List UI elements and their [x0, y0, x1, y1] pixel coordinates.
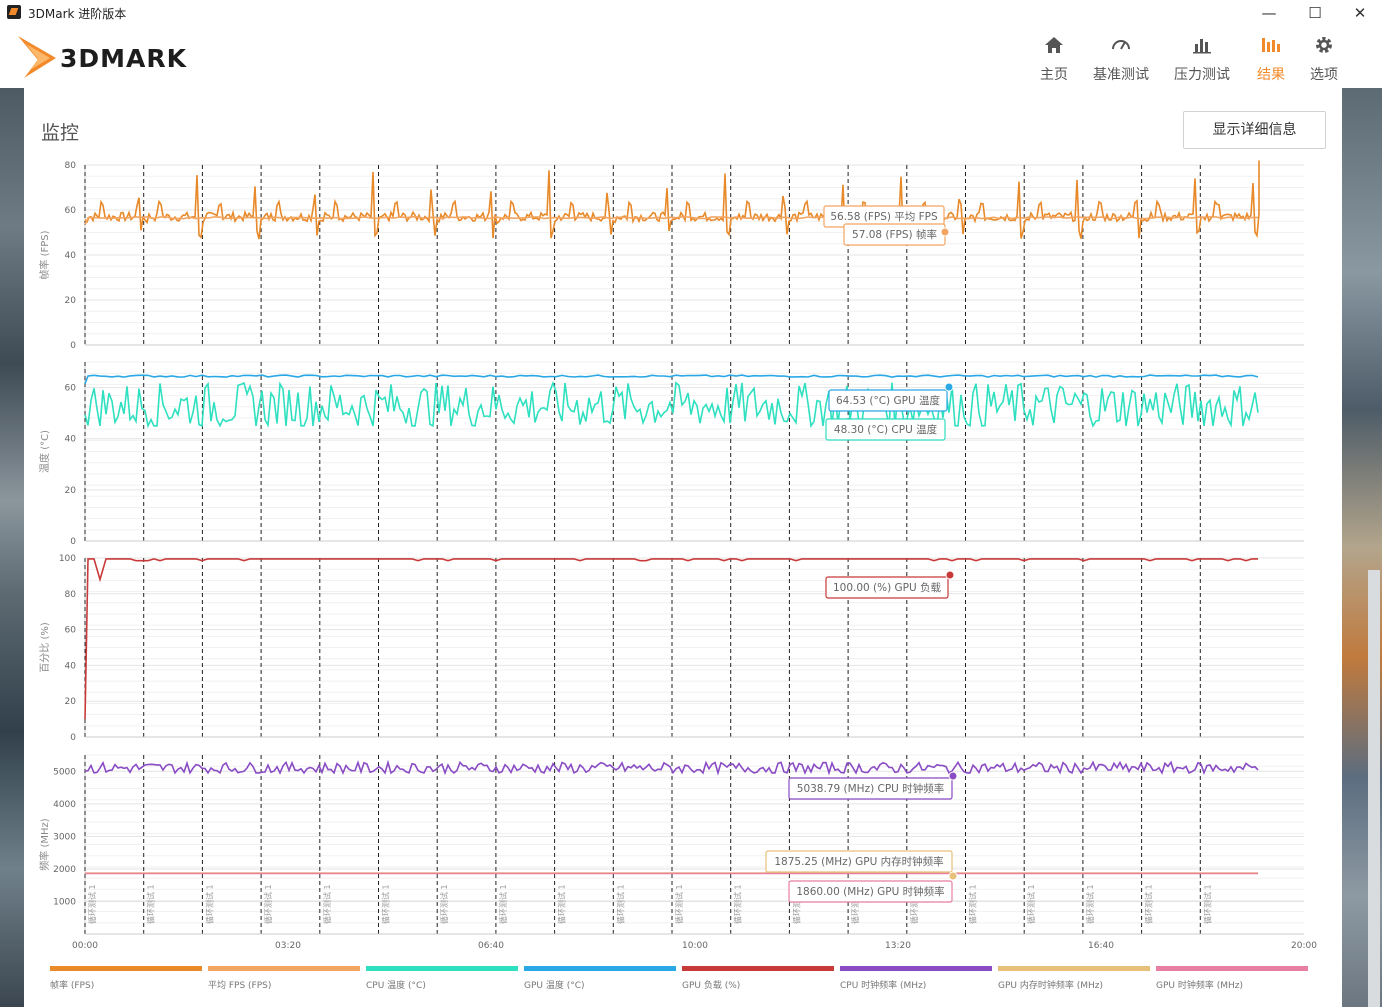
loop-marker-label: 循环测试 1 [1085, 884, 1095, 924]
legend-label: CPU 温度 (°C) [366, 981, 426, 991]
x-tick-label: 13:20 [885, 941, 911, 951]
legend-swatch [998, 966, 1150, 971]
y-tick-label: 40 [65, 435, 77, 445]
loop-marker-label: 循环测试 1 [1026, 884, 1036, 924]
x-tick-label: 06:40 [478, 941, 504, 951]
y-tick-label: 40 [65, 251, 77, 261]
y-tick-label: 0 [70, 537, 76, 547]
cursor-dot [945, 570, 955, 580]
loop-marker-label: 循环测试 1 [1202, 884, 1212, 924]
loop-marker-label: 循环测试 1 [968, 884, 978, 924]
tooltip-text: 1875.25 (MHz) GPU 内存时钟频率 [774, 855, 943, 868]
y-axis-label: 频率 (MHz) [38, 818, 51, 870]
tooltip-text: 100.00 (%) GPU 负载 [833, 581, 942, 594]
x-tick-label: 10:00 [682, 941, 708, 951]
loop-marker-label: 循环测试 1 [557, 884, 567, 924]
y-tick-label: 0 [70, 341, 76, 351]
y-tick-label: 20 [65, 697, 77, 707]
legend-label: GPU 时钟频率 (MHz) [1156, 981, 1243, 991]
legend-item[interactable]: GPU 内存时钟频率 (MHz) [998, 966, 1150, 991]
y-tick-label: 4000 [53, 800, 76, 810]
tooltip-text: 64.53 (°C) GPU 温度 [836, 394, 941, 407]
cursor-dot [944, 382, 954, 392]
tooltip-text: 48.30 (°C) CPU 温度 [834, 423, 938, 436]
chart-legend: 帧率 (FPS) 平均 FPS (FPS) CPU 温度 (°C) GPU 温度 (°… [50, 966, 1316, 996]
x-tick-label: 20:00 [1291, 941, 1317, 951]
tooltip-text: 56.58 (FPS) 平均 FPS [830, 211, 938, 223]
y-axis-label: 百分比 (%) [39, 622, 51, 673]
y-tick-label: 20 [65, 296, 77, 306]
y-tick-label: 5000 [53, 767, 76, 777]
loop-marker-label: 循环测试 1 [674, 884, 684, 924]
legend-swatch [524, 966, 676, 971]
tooltip-text: 5038.79 (MHz) CPU 时钟频率 [797, 782, 944, 795]
legend-label: GPU 负载 (%) [682, 981, 741, 991]
y-tick-label: 60 [65, 626, 77, 636]
loop-marker-label: 循环测试 1 [1144, 884, 1154, 924]
y-tick-label: 40 [65, 661, 77, 671]
legend-label: GPU 内存时钟频率 (MHz) [998, 981, 1103, 991]
y-axis-label: 温度 (°C) [38, 430, 51, 473]
legend-item[interactable]: GPU 时钟频率 (MHz) [1156, 966, 1308, 991]
loop-marker-label: 循环测试 1 [381, 884, 391, 924]
loop-marker-label: 循环测试 1 [204, 884, 214, 924]
legend-swatch [840, 966, 992, 971]
y-tick-label: 20 [65, 486, 77, 496]
legend-label: 平均 FPS (FPS) [208, 981, 272, 991]
y-axis-label: 帧率 (FPS) [38, 230, 51, 279]
legend-item[interactable]: 平均 FPS (FPS) [208, 966, 360, 991]
legend-label: CPU 时钟频率 (MHz) [840, 981, 927, 991]
loop-marker-label: 循环测试 1 [439, 884, 449, 924]
legend-item[interactable]: 帧率 (FPS) [50, 966, 202, 991]
legend-swatch [1156, 966, 1308, 971]
y-tick-label: 3000 [53, 832, 76, 842]
x-tick-label: 16:40 [1088, 941, 1114, 951]
y-tick-label: 1000 [53, 897, 76, 907]
monitoring-chart: 0 20 40 60 80 帧率 (FPS) 0 20 40 60 温度 (°C) 0 20 40 60 80… [38, 160, 1317, 951]
tooltip-text: 1860.00 (MHz) GPU 时钟频率 [796, 885, 944, 898]
cursor-dot [948, 871, 958, 881]
loop-marker-label: 循环测试 1 [733, 884, 743, 924]
legend-item[interactable]: GPU 温度 (°C) [524, 966, 676, 991]
legend-item[interactable]: GPU 负载 (%) [682, 966, 834, 991]
x-tick-label: 03:20 [275, 941, 301, 951]
y-tick-label: 100 [59, 554, 76, 564]
tooltip-text: 57.08 (FPS) 帧率 [852, 228, 937, 241]
legend-swatch [682, 966, 834, 971]
loop-marker-label: 循环测试 1 [322, 884, 332, 924]
y-tick-label: 80 [65, 590, 77, 600]
y-tick-label: 60 [65, 384, 77, 394]
legend-item[interactable]: CPU 温度 (°C) [366, 966, 518, 991]
legend-label: 帧率 (FPS) [50, 981, 95, 991]
cursor-dot [948, 771, 958, 781]
x-tick-label: 00:00 [72, 941, 98, 951]
loop-marker-label: 循环测试 1 [263, 884, 273, 924]
y-tick-label: 80 [65, 161, 77, 171]
y-tick-label: 0 [70, 733, 76, 743]
legend-swatch [366, 966, 518, 971]
cursor-dot [940, 227, 950, 237]
legend-swatch [208, 966, 360, 971]
loop-marker-label: 循环测试 1 [146, 884, 156, 924]
y-tick-label: 2000 [53, 865, 76, 875]
legend-label: GPU 温度 (°C) [524, 981, 585, 991]
legend-swatch [50, 966, 202, 971]
loop-marker-label: 循环测试 1 [615, 884, 625, 924]
y-tick-label: 60 [65, 206, 77, 216]
loop-marker-label: 循环测试 1 [87, 884, 97, 924]
loop-marker-label: 循环测试 1 [498, 884, 508, 924]
legend-item[interactable]: CPU 时钟频率 (MHz) [840, 966, 992, 991]
